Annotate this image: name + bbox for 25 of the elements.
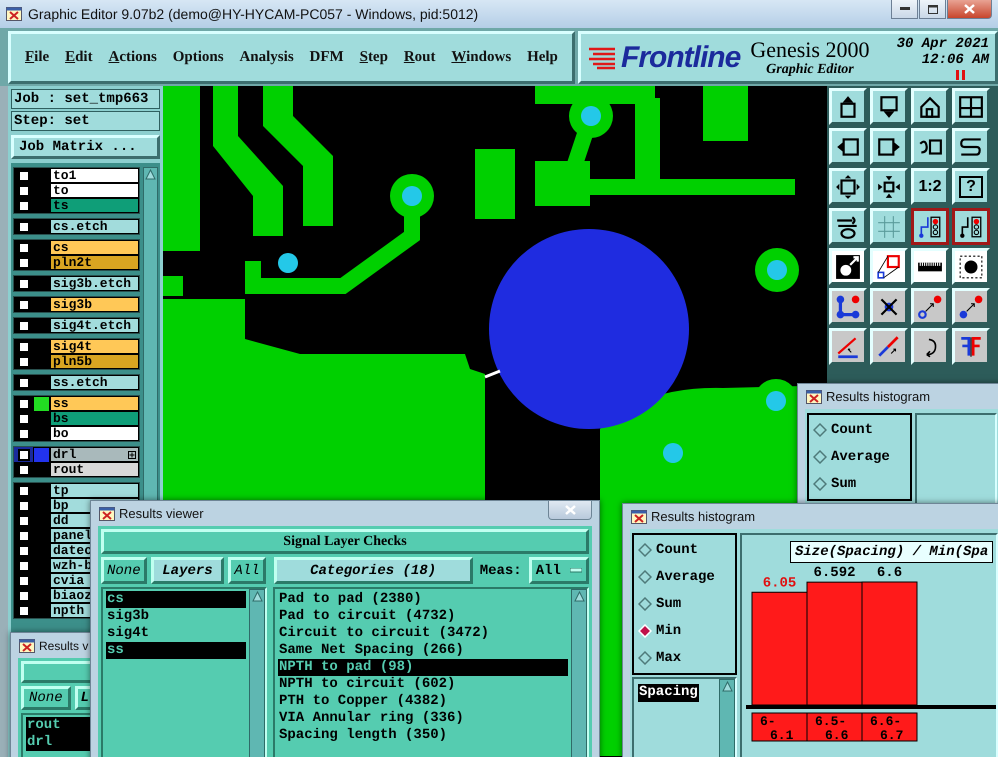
step-name-field: Step: set <box>11 111 160 131</box>
x-tick-label: 6-6.1 <box>760 714 794 743</box>
bin-label: 6-6.1 <box>752 712 808 743</box>
window-title: Results histogram <box>651 509 756 524</box>
bin-label: 6.6-6.7 <box>862 712 918 743</box>
bar-value-label: 6.592 <box>814 565 856 582</box>
window-title: Results v <box>39 638 88 652</box>
date-text: 30 Apr 2021 <box>896 36 989 52</box>
x-tick-label: 6.6-6.7 <box>870 714 904 743</box>
bar-value-label: 6.6 <box>876 565 902 581</box>
job-name-field: Job : set_tmp663 <box>11 89 160 109</box>
boxed-question-mark: ? <box>959 176 983 198</box>
x-tick-label: 6.5-6.6 <box>815 714 849 743</box>
logo-text: Frontline <box>621 40 740 74</box>
window-title: Graphic Editor 9.07b2 (demo@HY-HYCAM-PC057 - Windows, pid:5012) <box>28 6 478 22</box>
heading-bar: Signal Layer Checks <box>101 529 589 554</box>
window-title: Results viewer <box>119 506 204 521</box>
time-text: 12:06 AM <box>922 52 989 68</box>
chart-title: Size(Spacing) / Min(Spa <box>790 541 994 563</box>
product-subtitle: Graphic Editor <box>766 62 854 78</box>
meas-label: Meas: <box>478 562 523 578</box>
window-title: Results histogram <box>826 389 930 404</box>
product-name: Genesis 2000 <box>750 38 870 62</box>
bar-value-label: 6.05 <box>762 575 796 592</box>
bin-label: 6.5-6.6 <box>806 712 862 743</box>
